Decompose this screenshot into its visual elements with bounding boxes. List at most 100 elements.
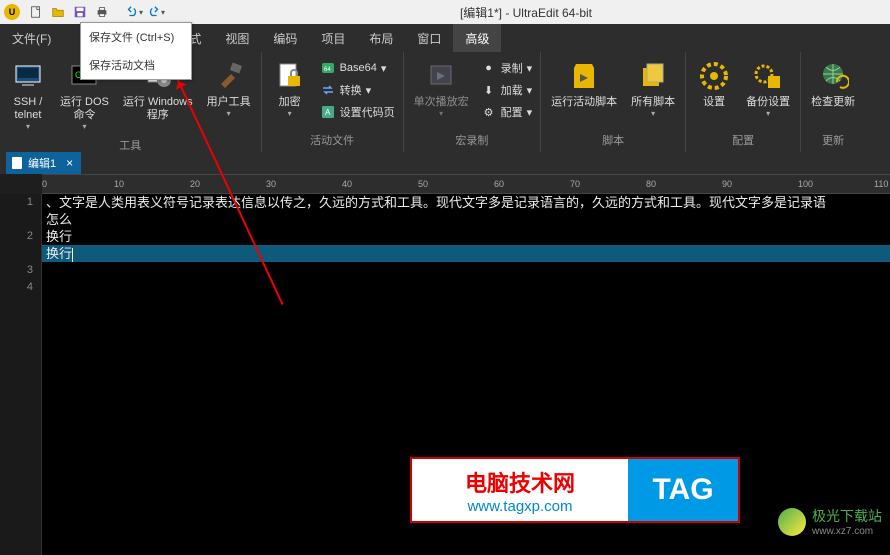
ruler-tick: 40 — [342, 179, 352, 189]
configure-button[interactable]: ⚙配置▾ — [477, 102, 537, 122]
run-active-script-label: 运行活动脚本 — [551, 96, 617, 109]
redo-button[interactable]: ▾ — [146, 2, 166, 22]
convert-icon — [320, 82, 336, 98]
ribbon-group-macro: 单次播放宏 ▾ ●录制▾ ⬇加载▾ ⚙配置▾ 宏录制 — [404, 52, 542, 152]
svg-text:64: 64 — [324, 67, 331, 73]
user-tools-button[interactable]: 用户工具 ▾ — [201, 56, 257, 122]
dropdown-save-active-doc[interactable]: 保存活动文档 — [81, 51, 191, 79]
menu-window[interactable]: 窗口 — [405, 24, 453, 52]
quick-access-toolbar: ▾ ▾ — [26, 2, 166, 22]
close-tab-button[interactable]: × — [66, 156, 73, 170]
ruler-tick: 70 — [570, 179, 580, 189]
load-icon: ⬇ — [481, 82, 497, 98]
user-tools-label: 用户工具 — [207, 96, 251, 109]
open-file-button[interactable] — [48, 2, 68, 22]
run-dos-label: 运行 DOS 命令 — [60, 96, 109, 122]
set-codepage-button[interactable]: A设置代码页 — [316, 102, 399, 122]
document-tab[interactable]: 编辑1 × — [6, 152, 81, 174]
save-dropdown: 保存文件 (Ctrl+S) 保存活动文档 — [80, 22, 192, 80]
configure-label: 配置 — [501, 104, 523, 120]
base64-button[interactable]: 64Base64▾ — [316, 58, 399, 78]
ssh-telnet-button[interactable]: SSH / telnet ▾ — [4, 56, 52, 135]
code-text: 换行 — [46, 246, 72, 261]
watermark-tag: TAG — [628, 459, 738, 521]
line-number: 1 — [0, 194, 41, 211]
menu-view[interactable]: 视图 — [213, 24, 261, 52]
menu-project[interactable]: 项目 — [309, 24, 357, 52]
ruler-tick: 20 — [190, 179, 200, 189]
undo-button[interactable]: ▾ — [124, 2, 144, 22]
menu-layout[interactable]: 布局 — [357, 24, 405, 52]
record-icon: ● — [481, 60, 497, 76]
group-script-label: 脚本 — [545, 130, 681, 152]
gear-icon: ⚙ — [481, 104, 497, 120]
ribbon-group-configuration: 设置 备份设置 ▾ 配置 — [686, 52, 801, 152]
backup-settings-label: 备份设置 — [746, 96, 790, 109]
settings-button[interactable]: 设置 — [690, 56, 738, 113]
print-button[interactable] — [92, 2, 112, 22]
record-label: 录制 — [501, 60, 523, 76]
line-number-gutter: 1 2 3 4 — [0, 194, 42, 555]
base64-label: Base64 — [340, 62, 377, 74]
base64-icon: 64 — [320, 60, 336, 76]
ruler-tick: 30 — [266, 179, 276, 189]
play-scroll-icon — [425, 60, 457, 92]
play-macro-button[interactable]: 单次播放宏 ▾ — [408, 56, 475, 122]
watermark2-name: 极光下载站 — [812, 508, 882, 524]
ruler-tick: 50 — [418, 179, 428, 189]
menu-encoding[interactable]: 编码 — [261, 24, 309, 52]
line-number — [0, 211, 41, 228]
code-line: 换行 — [42, 245, 890, 262]
record-button[interactable]: ●录制▾ — [477, 58, 537, 78]
all-scripts-button[interactable]: 所有脚本 ▾ — [625, 56, 681, 122]
watermark-url: www.tagxp.com — [467, 498, 572, 515]
settings-label: 设置 — [703, 96, 725, 109]
ribbon-group-active-file: 加密 ▾ 64Base64▾ 转换▾ A设置代码页 活动文件 — [262, 52, 404, 152]
code-line: 换行 — [42, 228, 890, 245]
load-label: 加载 — [501, 82, 523, 98]
ruler-tick: 90 — [722, 179, 732, 189]
watermark-xz7: 极光下载站 www.xz7.com — [778, 506, 882, 537]
group-configuration-label: 配置 — [690, 130, 796, 152]
ruler: 0 10 20 30 40 50 60 70 80 90 100 110 — [42, 174, 890, 194]
ruler-tick: 110 — [874, 179, 888, 189]
convert-button[interactable]: 转换▾ — [316, 80, 399, 100]
ruler-tick: 0 — [42, 179, 47, 189]
aurora-icon — [778, 508, 806, 536]
group-update-label: 更新 — [805, 130, 861, 152]
menu-advanced[interactable]: 高级 — [453, 24, 501, 52]
watermark-title: 电脑技术网 — [465, 466, 575, 498]
load-button[interactable]: ⬇加载▾ — [477, 80, 537, 100]
menu-file[interactable]: 文件(F) — [0, 24, 63, 52]
ruler-tick: 80 — [646, 179, 656, 189]
group-macro-label: 宏录制 — [408, 130, 537, 152]
watermark-tagxp: 电脑技术网 www.tagxp.com TAG — [410, 457, 740, 523]
ruler-tick: 10 — [114, 179, 124, 189]
code-line: 怎么 — [42, 211, 890, 228]
backup-settings-button[interactable]: 备份设置 ▾ — [740, 56, 796, 122]
encrypt-button[interactable]: 加密 ▾ — [266, 56, 314, 122]
check-update-label: 检查更新 — [811, 96, 855, 109]
code-line: 、文字是人类用表义符号记录表达信息以传之，久远的方式和工具。现代文字多是记录语言… — [42, 194, 890, 211]
ruler-tick: 100 — [798, 179, 813, 189]
ssh-telnet-label: SSH / telnet — [14, 96, 43, 122]
dropdown-save-file[interactable]: 保存文件 (Ctrl+S) — [81, 23, 191, 51]
line-number — [0, 245, 41, 262]
play-macro-label: 单次播放宏 — [414, 96, 469, 109]
ribbon-group-script: 运行活动脚本 所有脚本 ▾ 脚本 — [541, 52, 686, 152]
terminal-icon — [12, 60, 44, 92]
settings-gear-icon — [698, 60, 730, 92]
line-number: 2 — [0, 228, 41, 245]
all-scripts-label: 所有脚本 — [631, 96, 675, 109]
check-update-button[interactable]: 检查更新 — [805, 56, 861, 113]
set-codepage-label: 设置代码页 — [340, 104, 395, 120]
titlebar: U ▾ ▾ [编辑1*] - UltraEdit 64-bit — [0, 0, 890, 24]
window-title: [编辑1*] - UltraEdit 64-bit — [166, 4, 886, 21]
save-file-button[interactable] — [70, 2, 90, 22]
line-number: 3 — [0, 262, 41, 279]
document-tab-label: 编辑1 — [28, 155, 56, 171]
globe-refresh-icon — [817, 60, 849, 92]
run-active-script-button[interactable]: 运行活动脚本 — [545, 56, 623, 113]
new-file-button[interactable] — [26, 2, 46, 22]
ruler-tick: 60 — [494, 179, 504, 189]
